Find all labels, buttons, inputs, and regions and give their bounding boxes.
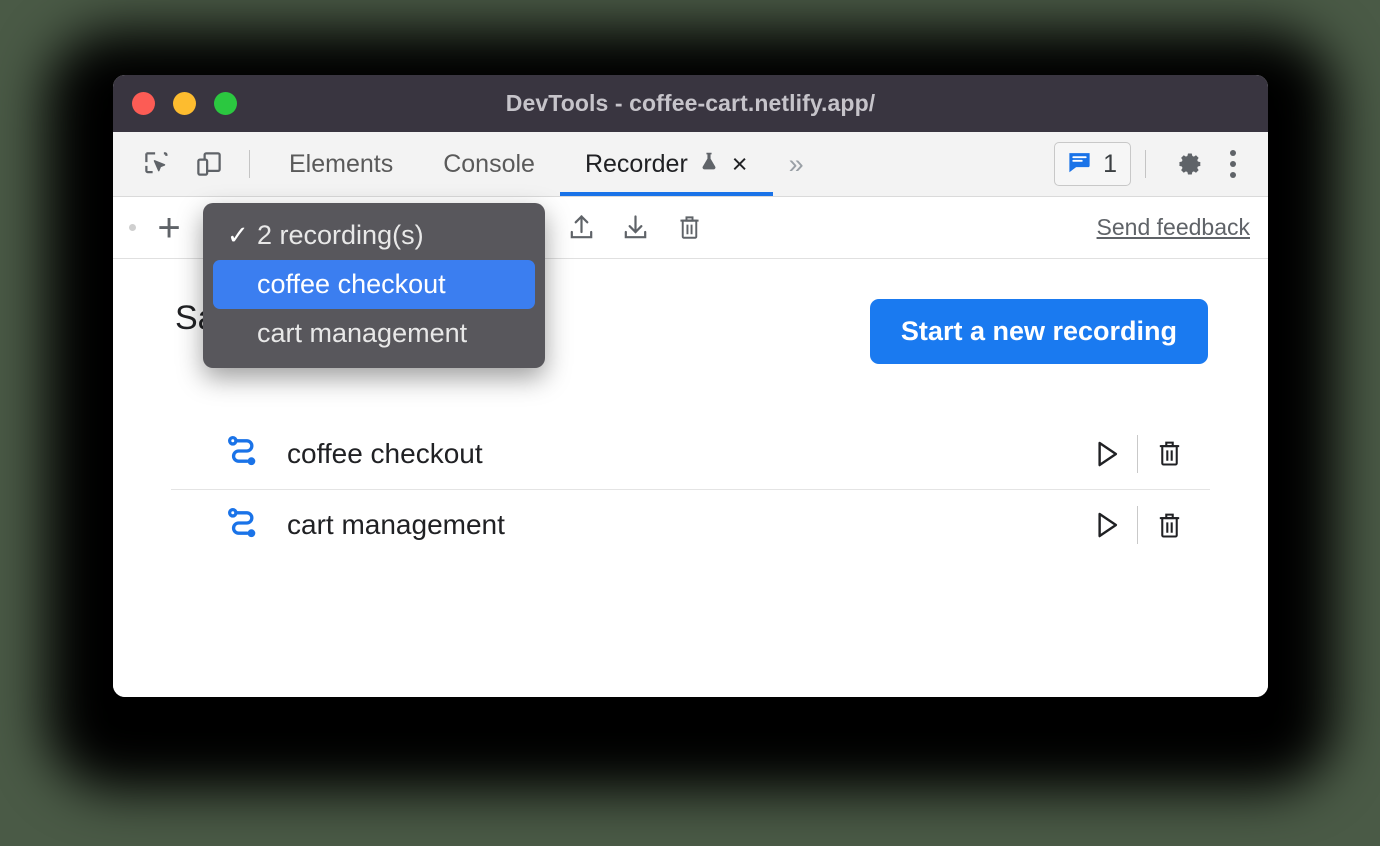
add-recording-button[interactable]: + <box>142 205 196 251</box>
trash-icon[interactable] <box>1138 498 1200 552</box>
trash-icon[interactable] <box>1138 427 1200 481</box>
recording-name: coffee checkout <box>287 437 483 469</box>
inspect-element-icon[interactable] <box>131 140 183 188</box>
recording-selector-dropdown: ✓ 2 recording(s) coffee checkout cart ma… <box>203 203 545 368</box>
import-recording-button[interactable] <box>608 205 662 251</box>
plus-icon: + <box>157 205 181 250</box>
export-recording-button[interactable] <box>554 205 608 251</box>
issues-count: 1 <box>1103 149 1117 178</box>
issues-button[interactable]: 1 <box>1054 142 1131 186</box>
window-title: DevTools - coffee-cart.netlify.app/ <box>505 90 876 116</box>
window-titlebar: DevTools - coffee-cart.netlify.app/ <box>113 75 1268 132</box>
dropdown-header-label: 2 recording(s) <box>257 220 424 250</box>
dropdown-option-label: coffee checkout <box>257 269 446 299</box>
tabbar-right-group: 1 <box>1054 140 1268 188</box>
user-flow-icon <box>225 505 261 546</box>
tab-recorder[interactable]: Recorder × <box>559 132 773 196</box>
dropdown-option-cart-management[interactable]: cart management <box>213 309 535 358</box>
chevron-double-right-icon[interactable]: » <box>773 149 817 180</box>
delete-recording-button[interactable] <box>662 205 716 251</box>
tabbar-right-divider <box>1145 150 1146 178</box>
list-item[interactable]: cart management <box>171 489 1210 560</box>
row-actions <box>1075 427 1200 481</box>
devtools-window: DevTools - coffee-cart.netlify.app/ Elem… <box>113 75 1268 697</box>
devtools-tabbar: Elements Console Recorder × » 1 <box>113 132 1268 197</box>
record-status-dot <box>129 224 136 231</box>
page-root: DevTools - coffee-cart.netlify.app/ Elem… <box>0 0 1380 846</box>
dropdown-option-label: cart management <box>257 318 468 348</box>
more-options-icon[interactable] <box>1220 144 1252 184</box>
play-icon[interactable] <box>1075 427 1137 481</box>
user-flow-icon <box>225 433 261 474</box>
kebab-dot <box>1230 172 1236 178</box>
tab-elements[interactable]: Elements <box>264 132 418 196</box>
check-icon: ✓ <box>227 220 249 250</box>
tab-recorder-label: Recorder <box>584 149 688 178</box>
device-toolbar-icon[interactable] <box>183 140 235 188</box>
tab-console-label: Console <box>443 149 535 178</box>
kebab-dot <box>1230 150 1236 156</box>
play-icon[interactable] <box>1075 498 1137 552</box>
recording-name: cart management <box>287 509 505 540</box>
dropdown-option-coffee-checkout[interactable]: coffee checkout <box>213 260 535 309</box>
row-actions <box>1075 498 1200 552</box>
tab-console[interactable]: Console <box>418 132 560 196</box>
issues-icon <box>1066 148 1093 180</box>
tab-elements-label: Elements <box>289 149 394 178</box>
tabbar-divider <box>249 150 250 178</box>
gear-icon[interactable] <box>1164 140 1216 188</box>
kebab-dot <box>1230 161 1236 167</box>
dropdown-header-item[interactable]: ✓ 2 recording(s) <box>213 211 535 260</box>
recordings-list: coffee checkout cart management <box>171 418 1210 560</box>
flask-experimental-icon <box>698 149 720 180</box>
close-icon[interactable]: × <box>732 150 748 178</box>
start-new-recording-button[interactable]: Start a new recording <box>869 299 1208 364</box>
send-feedback-link[interactable]: Send feedback <box>1097 214 1250 241</box>
list-item[interactable]: coffee checkout <box>171 418 1210 489</box>
